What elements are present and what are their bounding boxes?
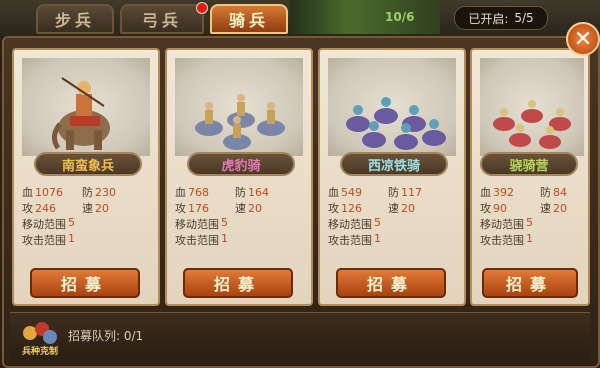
tab-cavalry[interactable]: 骑兵 <box>210 4 288 34</box>
move-range-value: 5 <box>221 216 228 229</box>
unit-portrait <box>328 58 456 156</box>
unit-name: 南蛮象兵 <box>34 152 142 176</box>
recruit-label: 招募 <box>505 275 554 294</box>
attack-range-label: 攻击范围 <box>175 234 219 247</box>
defense-label: 防 <box>540 186 551 199</box>
defense-label: 防 <box>82 186 93 199</box>
unit-name-text: 西凉铁骑 <box>367 158 420 174</box>
move-range-value: 5 <box>68 216 75 229</box>
attack-range-value: 1 <box>221 232 228 245</box>
unit-name-text: 虎豹骑 <box>221 158 261 174</box>
recruit-queue-bar: 兵种克制 招募队列: 0/1 <box>10 312 590 359</box>
defense-label: 防 <box>235 186 246 199</box>
unit-stats: 血 768 防 164 攻 176 速 20 移动范围 5 攻击范围 1 <box>175 184 305 248</box>
move-range-label: 移动范围 <box>175 218 219 231</box>
recruit-button[interactable]: 招募 <box>30 268 140 298</box>
queue-label: 招募队列: <box>68 329 121 343</box>
speed-label: 速 <box>235 202 246 215</box>
attack-range-value: 1 <box>526 232 533 245</box>
attack-range-label: 攻击范围 <box>22 234 66 247</box>
unit-counter-icon: 兵种克制 <box>22 322 58 357</box>
recruit-button[interactable]: 招募 <box>183 268 293 298</box>
speed-label: 速 <box>82 202 93 215</box>
blood-label: 血 <box>175 186 186 199</box>
counter-icon-label: 兵种克制 <box>22 345 58 357</box>
defense-value: 84 <box>553 186 567 199</box>
move-range-value: 5 <box>374 216 381 229</box>
speed-value: 20 <box>95 202 109 215</box>
unit-card: 西凉铁骑 血 549 防 117 攻 126 速 20 移动范围 5 攻击范围 1 招募 <box>318 48 466 306</box>
move-range-label: 移动范围 <box>480 218 524 231</box>
blood-label: 血 <box>328 186 339 199</box>
defense-value: 164 <box>248 186 269 199</box>
background-counter: 10/6 <box>385 10 415 24</box>
recruit-label: 招募 <box>366 275 415 294</box>
blood-label: 血 <box>480 186 491 199</box>
unit-name-text: 南蛮象兵 <box>61 158 114 174</box>
speed-value: 20 <box>401 202 415 215</box>
unit-name: 西凉铁骑 <box>340 152 448 176</box>
notification-badge <box>196 2 208 14</box>
move-range-label: 移动范围 <box>22 218 66 231</box>
attack-value: 90 <box>493 202 507 215</box>
unit-stats: 血 1076 防 230 攻 246 速 20 移动范围 5 攻击范围 1 <box>22 184 152 248</box>
recruit-queue-text: 招募队列: 0/1 <box>68 327 143 344</box>
background-scene <box>290 0 440 34</box>
attack-range-value: 1 <box>68 232 75 245</box>
unit-stats: 血 392 防 84 攻 90 速 20 移动范围 5 攻击范围 1 <box>480 184 588 248</box>
speed-label: 速 <box>540 202 551 215</box>
attack-label: 攻 <box>328 202 339 215</box>
opened-value: 5/5 <box>514 11 534 25</box>
blood-value: 1076 <box>35 186 63 199</box>
defense-value: 230 <box>95 186 116 199</box>
unit-card: 南蛮象兵 血 1076 防 230 攻 246 速 20 移动范围 5 攻击范围 1 招募 <box>12 48 160 306</box>
attack-range-label: 攻击范围 <box>480 234 524 247</box>
unit-portrait <box>480 58 584 156</box>
blood-value: 549 <box>341 186 362 199</box>
tab-label: 弓兵 <box>141 11 182 30</box>
speed-label: 速 <box>388 202 399 215</box>
close-button[interactable]: ✕ <box>566 22 600 56</box>
unit-card: 骁骑营 血 392 防 84 攻 90 速 20 移动范围 5 攻击范围 1 招募 <box>470 48 590 306</box>
speed-value: 20 <box>553 202 567 215</box>
unit-portrait <box>175 58 303 156</box>
attack-label: 攻 <box>480 202 491 215</box>
tab-label: 骑兵 <box>228 11 269 30</box>
opened-counter: 已开启: 5/5 <box>454 6 548 30</box>
tab-label: 步兵 <box>54 11 95 30</box>
attack-label: 攻 <box>22 202 33 215</box>
attack-value: 126 <box>341 202 362 215</box>
move-range-label: 移动范围 <box>328 218 372 231</box>
attack-range-value: 1 <box>374 232 381 245</box>
recruit-label: 招募 <box>213 275 262 294</box>
recruit-label: 招募 <box>60 275 109 294</box>
unit-name: 虎豹骑 <box>187 152 295 176</box>
attack-value: 246 <box>35 202 56 215</box>
unit-name: 骁骑营 <box>480 152 578 176</box>
tab-infantry[interactable]: 步兵 <box>36 4 114 34</box>
blood-value: 768 <box>188 186 209 199</box>
recruit-button[interactable]: 招募 <box>482 268 578 298</box>
tab-archer[interactable]: 弓兵 <box>120 2 208 34</box>
blood-label: 血 <box>22 186 33 199</box>
speed-value: 20 <box>248 202 262 215</box>
defense-value: 117 <box>401 186 422 199</box>
defense-label: 防 <box>388 186 399 199</box>
attack-value: 176 <box>188 202 209 215</box>
unit-portrait <box>22 58 150 156</box>
move-range-value: 5 <box>526 216 533 229</box>
unit-stats: 血 549 防 117 攻 126 速 20 移动范围 5 攻击范围 1 <box>328 184 458 248</box>
close-icon: ✕ <box>573 26 593 52</box>
blood-value: 392 <box>493 186 514 199</box>
counter-chart-button[interactable]: 兵种克制 <box>18 319 62 359</box>
attack-label: 攻 <box>175 202 186 215</box>
recruit-button[interactable]: 招募 <box>336 268 446 298</box>
opened-label: 已开启: <box>468 11 509 26</box>
unit-card: 虎豹骑 血 768 防 164 攻 176 速 20 移动范围 5 攻击范围 1 招募 <box>165 48 313 306</box>
attack-range-label: 攻击范围 <box>328 234 372 247</box>
queue-value: 0/1 <box>123 329 144 343</box>
unit-name-text: 骁骑营 <box>509 158 549 174</box>
